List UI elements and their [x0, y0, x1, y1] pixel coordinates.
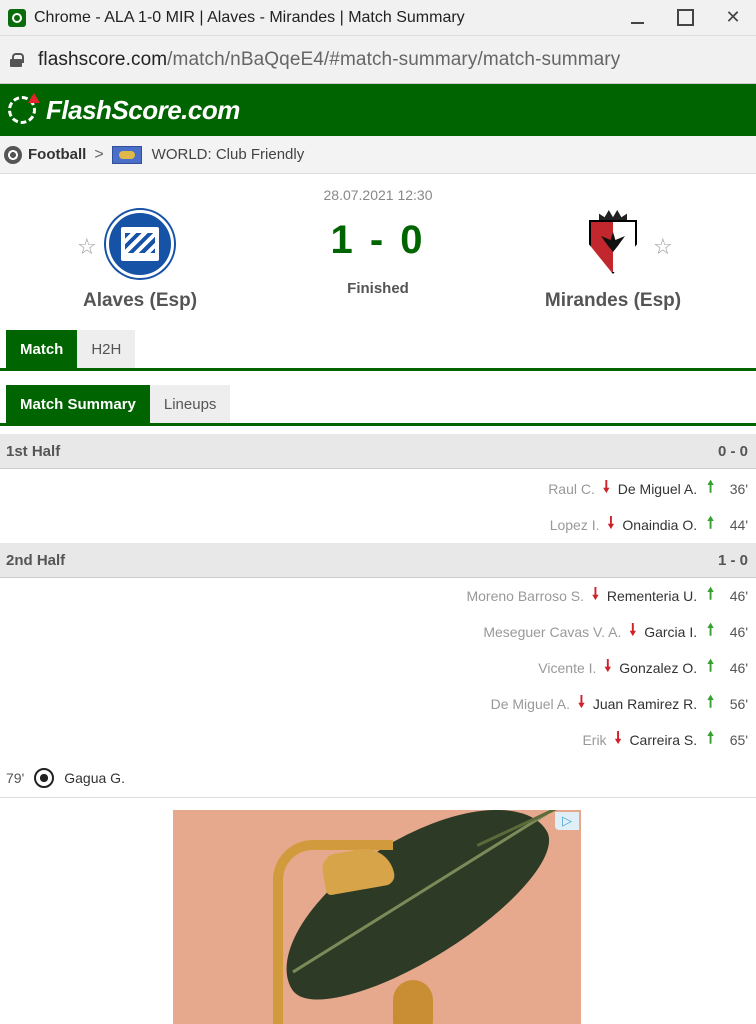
second-half-header: 2nd Half 1 - 0	[0, 543, 756, 578]
sub-in-player: Garcia I.	[644, 624, 698, 640]
arrow-down-icon: 🠗	[602, 478, 610, 496]
close-button[interactable]: ✕	[724, 7, 742, 27]
arrow-up-icon: 🠕	[707, 621, 714, 639]
sub-out-player: Lopez I.	[549, 517, 600, 533]
period-score: 1 - 0	[717, 551, 748, 569]
event-minute: 65'	[729, 732, 748, 748]
arrow-up-icon: 🠕	[707, 585, 714, 603]
away-team[interactable]: Mirandes (Esp)	[513, 210, 713, 312]
sub-out-player: Erik	[582, 732, 607, 748]
substitution-row: Meseguer Cavas V. A. 🠗 Garcia I. 🠕 46'	[0, 614, 756, 650]
goal-minute: 79'	[6, 769, 25, 786]
arrow-down-icon: 🠗	[577, 693, 585, 711]
window-controls: ✕	[628, 7, 748, 27]
advertisement-banner[interactable]: ▷	[173, 810, 581, 1024]
lock-icon	[10, 52, 24, 67]
tab-match-summary[interactable]: Match Summary	[6, 385, 150, 423]
breadcrumb-league-link[interactable]: WORLD: Club Friendly	[152, 146, 305, 163]
site-logo-text[interactable]: FlashScore.com	[46, 95, 240, 126]
match-header: 28.07.2021 12:30 ☆ Alaves (Esp) 1 - 0 Fi…	[0, 174, 756, 324]
site-header: FlashScore.com	[0, 84, 756, 136]
soccer-ball-icon	[34, 767, 55, 788]
event-minute: 36'	[729, 481, 748, 497]
substitution-row: Lopez I. 🠗 Onaindia O. 🠕 44'	[0, 507, 756, 543]
tab-match[interactable]: Match	[6, 330, 78, 368]
arrow-up-icon: 🠕	[707, 514, 714, 532]
arrow-up-icon: 🠕	[707, 693, 714, 711]
sub-in-player: Gonzalez O.	[619, 660, 698, 676]
event-minute: 46'	[729, 660, 748, 676]
flashscore-logo-icon[interactable]	[6, 93, 40, 127]
window-title: Chrome - ALA 1-0 MIR | Alaves - Mirandes…	[34, 8, 465, 26]
arrow-down-icon: 🠗	[604, 657, 612, 675]
url-path: /match/nBaQqeE4/#match-summary/match-sum…	[167, 48, 621, 70]
sub-out-player: Raul C.	[548, 481, 595, 497]
address-bar[interactable]: flashscore.com/match/nBaQqeE4/#match-sum…	[0, 36, 756, 84]
ad-shoe-toe	[393, 980, 433, 1024]
sub-out-player: Meseguer Cavas V. A.	[483, 624, 622, 640]
sub-in-player: De Miguel A.	[617, 481, 698, 497]
mirandes-logo	[579, 210, 647, 278]
sub-in-player: Juan Ramirez R.	[592, 696, 698, 712]
event-minute: 44'	[729, 517, 748, 533]
match-date: 28.07.2021 12:30	[323, 187, 433, 203]
sub-out-player: Moreno Barroso S.	[466, 588, 584, 604]
arrow-up-icon: 🠕	[707, 478, 714, 496]
goal-row: 79' Gagua G.	[0, 758, 756, 798]
period-label: 2nd Half	[6, 551, 66, 569]
arrow-up-icon: 🠕	[707, 657, 714, 675]
chevron-right-icon: >	[94, 145, 104, 163]
tab-lineups[interactable]: Lineups	[149, 385, 231, 423]
event-minute: 46'	[729, 624, 748, 640]
favorite-away-star-icon[interactable]: ☆	[653, 234, 673, 260]
arrow-down-icon: 🠗	[607, 514, 615, 532]
subtab-divider	[0, 423, 756, 426]
breadcrumb: Football > WORLD: Club Friendly	[0, 136, 756, 174]
arrow-down-icon: 🠗	[629, 621, 637, 639]
substitution-row: Erik 🠗 Carreira S. 🠕 65'	[0, 722, 756, 758]
period-score: 0 - 0	[717, 442, 748, 460]
sub-out-player: De Miguel A.	[490, 696, 570, 712]
sub-in-player: Carreira S.	[629, 732, 698, 748]
event-minute: 46'	[729, 588, 748, 604]
substitution-row: Vicente I. 🠗 Gonzalez O. 🠕 46'	[0, 650, 756, 686]
substitution-row: Raul C. 🠗 De Miguel A. 🠕 36'	[0, 471, 756, 507]
first-half-events: Raul C. 🠗 De Miguel A. 🠕 36' Lopez I. 🠗 …	[0, 469, 756, 543]
arrow-down-icon: 🠗	[591, 585, 599, 603]
sub-out-player: Vicente I.	[538, 660, 597, 676]
goal-scorer: Gagua G.	[64, 769, 125, 786]
sub-tabs: Match Summary Lineups	[0, 385, 756, 423]
sub-in-player: Rementeria U.	[606, 588, 698, 604]
period-label: 1st Half	[6, 442, 61, 460]
world-flag-icon	[111, 145, 142, 164]
breadcrumb-sport-link[interactable]: Football	[28, 146, 86, 163]
tab-h2h[interactable]: H2H	[77, 330, 136, 368]
arrow-down-icon: 🠗	[614, 729, 622, 747]
flashscore-favicon-icon	[8, 8, 26, 27]
window-titlebar: Chrome - ALA 1-0 MIR | Alaves - Mirandes…	[0, 0, 756, 36]
substitution-row: Moreno Barroso S. 🠗 Rementeria U. 🠕 46'	[0, 578, 756, 614]
first-half-header: 1st Half 0 - 0	[0, 434, 756, 469]
football-icon	[4, 145, 22, 164]
adchoices-icon[interactable]: ▷	[555, 812, 579, 830]
maximize-button[interactable]	[676, 9, 694, 27]
event-minute: 56'	[729, 696, 748, 712]
main-tabs: Match H2H	[0, 330, 756, 368]
second-half-events: Moreno Barroso S. 🠗 Rementeria U. 🠕 46' …	[0, 578, 756, 798]
minimize-button[interactable]	[628, 9, 646, 27]
arrow-up-icon: 🠕	[707, 729, 714, 747]
substitution-row: De Miguel A. 🠗 Juan Ramirez R. 🠕 56'	[0, 686, 756, 722]
url-text[interactable]: flashscore.com/match/nBaQqeE4/#match-sum…	[38, 49, 620, 71]
tab-divider	[0, 368, 756, 371]
sub-in-player: Onaindia O.	[622, 517, 698, 533]
url-domain: flashscore.com	[38, 48, 168, 70]
away-team-name[interactable]: Mirandes (Esp)	[513, 290, 713, 312]
